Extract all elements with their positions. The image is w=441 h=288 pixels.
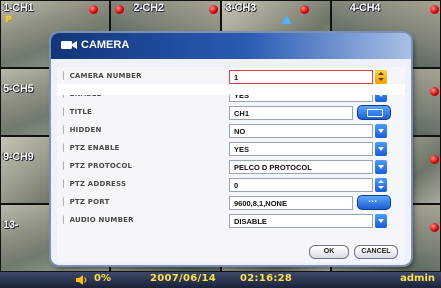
stepper-down-icon bbox=[378, 186, 384, 189]
stepper-up-icon bbox=[378, 72, 384, 75]
camera-icon bbox=[61, 41, 77, 49]
keyboard-icon bbox=[367, 109, 383, 117]
camera-number-label: CAMERA NUMBER bbox=[63, 72, 142, 80]
ptz-enable-label: PTZ ENABLE bbox=[63, 144, 120, 152]
camera-settings-dialog: CAMERA CAMERA NUMBER 1 ENABLE YES TITLE … bbox=[51, 33, 411, 265]
channel-label: 9-CH9 bbox=[3, 151, 34, 163]
dialog-title: CAMERA bbox=[81, 39, 130, 51]
motion-alarm-icon bbox=[281, 15, 292, 24]
channel-label: 3-CH3 bbox=[225, 2, 257, 14]
ptz-address-label: PTZ ADDRESS bbox=[63, 180, 126, 188]
title-input[interactable]: CH1 bbox=[229, 106, 353, 120]
audio-number-dropdown-button[interactable] bbox=[375, 214, 387, 228]
status-bar: 0% 2007/06/14 02:16:28 admin bbox=[0, 272, 441, 288]
cancel-button[interactable]: CANCEL bbox=[354, 245, 398, 259]
record-indicator-icon bbox=[209, 5, 219, 14]
ptz-protocol-select[interactable]: PELCO D PROTOCOL bbox=[229, 160, 373, 174]
speaker-icon[interactable] bbox=[76, 274, 88, 286]
ellipsis-icon: ··· bbox=[368, 197, 378, 206]
ptz-enable-dropdown-button[interactable] bbox=[375, 142, 387, 156]
hidden-label: HIDDEN bbox=[63, 126, 102, 134]
channel-label: 13- bbox=[3, 219, 18, 231]
audio-number-label: AUDIO NUMBER bbox=[63, 216, 134, 224]
title-keyboard-button[interactable] bbox=[357, 105, 391, 120]
ptz-port-label: PTZ PORT bbox=[63, 198, 110, 206]
dialog-header: CAMERA bbox=[51, 33, 411, 59]
date-display: 2007/06/14 bbox=[150, 273, 216, 284]
ptz-enable-select[interactable]: YES bbox=[229, 142, 373, 156]
volume-level: 0% bbox=[94, 273, 111, 284]
hidden-dropdown-button[interactable] bbox=[375, 124, 387, 138]
record-indicator-icon bbox=[429, 155, 439, 164]
record-indicator-icon bbox=[429, 87, 439, 96]
audio-number-select[interactable]: DISABLE bbox=[229, 214, 373, 228]
record-indicator-icon bbox=[115, 5, 125, 14]
row-ptz-port: PTZ PORT 9600,8,1,NONE ··· bbox=[57, 195, 405, 212]
ptz-address-stepper[interactable] bbox=[375, 178, 387, 192]
record-indicator-icon bbox=[429, 223, 439, 232]
row-hidden: HIDDEN NO bbox=[57, 123, 405, 140]
row-ptz-enable: PTZ ENABLE YES bbox=[57, 141, 405, 158]
title-label: TITLE bbox=[63, 108, 92, 116]
row-ptz-address: PTZ ADDRESS 0 bbox=[57, 177, 405, 194]
row-title: TITLE CH1 bbox=[57, 105, 405, 122]
ptz-badge: P bbox=[5, 15, 12, 25]
channel-label: 4-CH4 bbox=[349, 2, 381, 14]
stepper-up-icon bbox=[378, 180, 384, 183]
camera-number-field[interactable]: 1 bbox=[229, 70, 373, 84]
ptz-address-field[interactable]: 0 bbox=[229, 178, 373, 192]
channel-label: 1-CH1 bbox=[3, 2, 34, 14]
channel-label: 2-CH2 bbox=[133, 2, 164, 14]
ok-button[interactable]: OK bbox=[309, 245, 349, 259]
row-ptz-protocol: PTZ PROTOCOL PELCO D PROTOCOL bbox=[57, 159, 405, 176]
stepper-down-icon bbox=[378, 78, 384, 81]
occluding-band bbox=[57, 84, 405, 95]
settings-form: CAMERA NUMBER 1 ENABLE YES TITLE CH1 HID… bbox=[57, 67, 405, 262]
ptz-port-settings-button[interactable]: ··· bbox=[357, 195, 391, 210]
ptz-protocol-dropdown-button[interactable] bbox=[375, 160, 387, 174]
ptz-protocol-label: PTZ PROTOCOL bbox=[63, 162, 132, 170]
time-display: 02:16:28 bbox=[240, 273, 293, 284]
record-indicator-icon bbox=[299, 5, 309, 14]
record-indicator-icon bbox=[89, 5, 98, 14]
camera-number-stepper[interactable] bbox=[375, 70, 387, 84]
user-name[interactable]: admin bbox=[400, 273, 435, 284]
row-audio-number: AUDIO NUMBER DISABLE bbox=[57, 213, 405, 230]
record-indicator-icon bbox=[429, 5, 439, 14]
ptz-port-field[interactable]: 9600,8,1,NONE bbox=[229, 196, 353, 210]
channel-label: 5-CH5 bbox=[3, 83, 34, 95]
hidden-select[interactable]: NO bbox=[229, 124, 373, 138]
